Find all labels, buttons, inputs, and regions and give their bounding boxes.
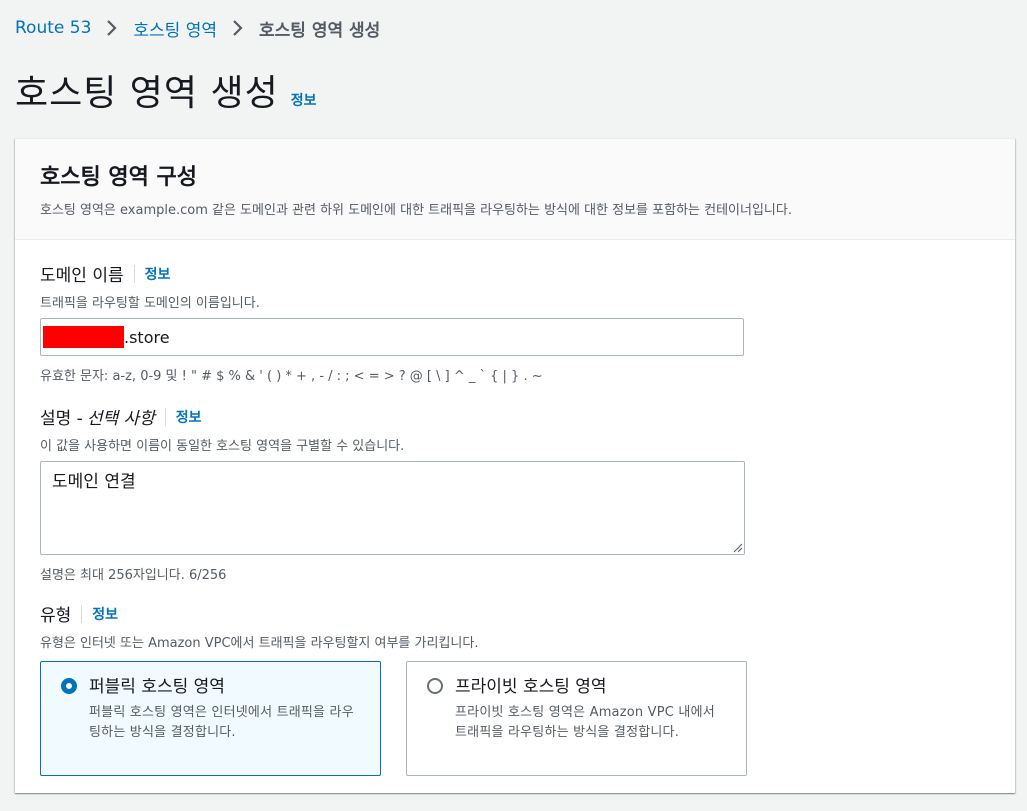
type-description: 유형은 인터넷 또는 Amazon VPC에서 트래픽을 라우팅할지 여부를 가… <box>40 636 479 651</box>
domain-name-constraint: 유효한 문자: a-z, 0-9 및 ! " # $ % & ' ( ) * +… <box>40 369 543 384</box>
container-header: 호스팅 영역 구성 호스팅 영역은 example.com 같은 도메인과 관련… <box>15 139 1015 240</box>
domain-name-value-suffix: .store <box>124 327 170 347</box>
type-label: 유형 <box>40 606 72 626</box>
description-label: 설명 - <box>40 409 83 429</box>
container-title: 호스팅 영역 구성 <box>40 165 197 190</box>
description-info-link[interactable]: 정보 <box>176 407 202 427</box>
domain-name-input[interactable]: .store <box>40 318 744 356</box>
description-field: 설명 - 선택 사항 정보 이 값을 사용하면 이름이 동일한 호스팅 영역을 … <box>40 404 745 583</box>
breadcrumb-hosted-zones-link[interactable]: 호스팅 영역 <box>133 16 217 41</box>
public-hosted-zone-title: 퍼블릭 호스팅 영역 <box>89 677 225 697</box>
container-description: 호스팅 영역은 example.com 같은 도메인과 관련 하위 도메인에 대… <box>40 203 792 218</box>
domain-name-field: 도메인 이름 정보 트래픽을 라우팅할 도메인의 이름입니다. .store 유… <box>40 261 744 384</box>
type-info-link[interactable]: 정보 <box>92 604 118 624</box>
chevron-right-icon <box>107 20 117 36</box>
public-hosted-zone-tile[interactable]: 퍼블릭 호스팅 영역 퍼블릭 호스팅 영역은 인터넷에서 트래픽을 라우팅하는 … <box>40 661 381 776</box>
description-constraint: 설명은 최대 256자입니다. 6/256 <box>40 568 227 583</box>
type-tiles: 퍼블릭 호스팅 영역 퍼블릭 호스팅 영역은 인터넷에서 트래픽을 라우팅하는 … <box>40 661 747 776</box>
tile-content: 프라이빗 호스팅 영역 프라이빗 호스팅 영역은 Amazon VPC 내에서 … <box>455 672 726 775</box>
private-hosted-zone-description: 프라이빗 호스팅 영역은 Amazon VPC 내에서 트래픽을 라우팅하는 방… <box>455 705 715 740</box>
chevron-right-icon <box>233 20 243 36</box>
domain-name-label-row: 도메인 이름 정보 <box>40 261 744 286</box>
public-hosted-zone-radio[interactable] <box>61 678 77 694</box>
description-optional-label: 선택 사항 <box>86 409 155 429</box>
tile-content: 퍼블릭 호스팅 영역 퍼블릭 호스팅 영역은 인터넷에서 트래픽을 라우팅하는 … <box>89 672 360 775</box>
hosted-zone-config-container: 호스팅 영역 구성 호스팅 영역은 example.com 같은 도메인과 관련… <box>15 138 1015 793</box>
breadcrumb: Route 53 호스팅 영역 호스팅 영역 생성 <box>15 16 381 41</box>
description-textarea[interactable]: 도메인 연결 <box>40 461 745 555</box>
resize-grip-icon[interactable] <box>733 543 743 553</box>
breadcrumb-current: 호스팅 영역 생성 <box>259 20 381 41</box>
divider <box>133 264 135 283</box>
page-info-link[interactable]: 정보 <box>291 90 317 110</box>
breadcrumb-route53-link[interactable]: Route 53 <box>15 18 91 38</box>
domain-name-label: 도메인 이름 <box>40 266 124 286</box>
type-label-row: 유형 정보 <box>40 601 747 626</box>
private-hosted-zone-tile[interactable]: 프라이빗 호스팅 영역 프라이빗 호스팅 영역은 Amazon VPC 내에서 … <box>406 661 747 776</box>
description-field-description: 이 값을 사용하면 이름이 동일한 호스팅 영역을 구별할 수 있습니다. <box>40 439 405 454</box>
public-hosted-zone-description: 퍼블릭 호스팅 영역은 인터넷에서 트래픽을 라우팅하는 방식을 결정합니다. <box>89 705 354 740</box>
domain-name-info-link[interactable]: 정보 <box>145 264 171 284</box>
private-hosted-zone-radio[interactable] <box>427 678 443 694</box>
redacted-text <box>43 326 124 348</box>
page-header: 호스팅 영역 생성 정보 <box>15 64 317 116</box>
description-value: 도메인 연결 <box>52 472 136 492</box>
description-label-row: 설명 - 선택 사항 정보 <box>40 404 745 429</box>
divider <box>81 604 83 623</box>
type-field: 유형 정보 유형은 인터넷 또는 Amazon VPC에서 트래픽을 라우팅할지… <box>40 601 747 776</box>
divider <box>164 407 166 426</box>
domain-name-description: 트래픽을 라우팅할 도메인의 이름입니다. <box>40 296 260 311</box>
private-hosted-zone-title: 프라이빗 호스팅 영역 <box>455 677 607 697</box>
page-title: 호스팅 영역 생성 <box>15 73 279 114</box>
